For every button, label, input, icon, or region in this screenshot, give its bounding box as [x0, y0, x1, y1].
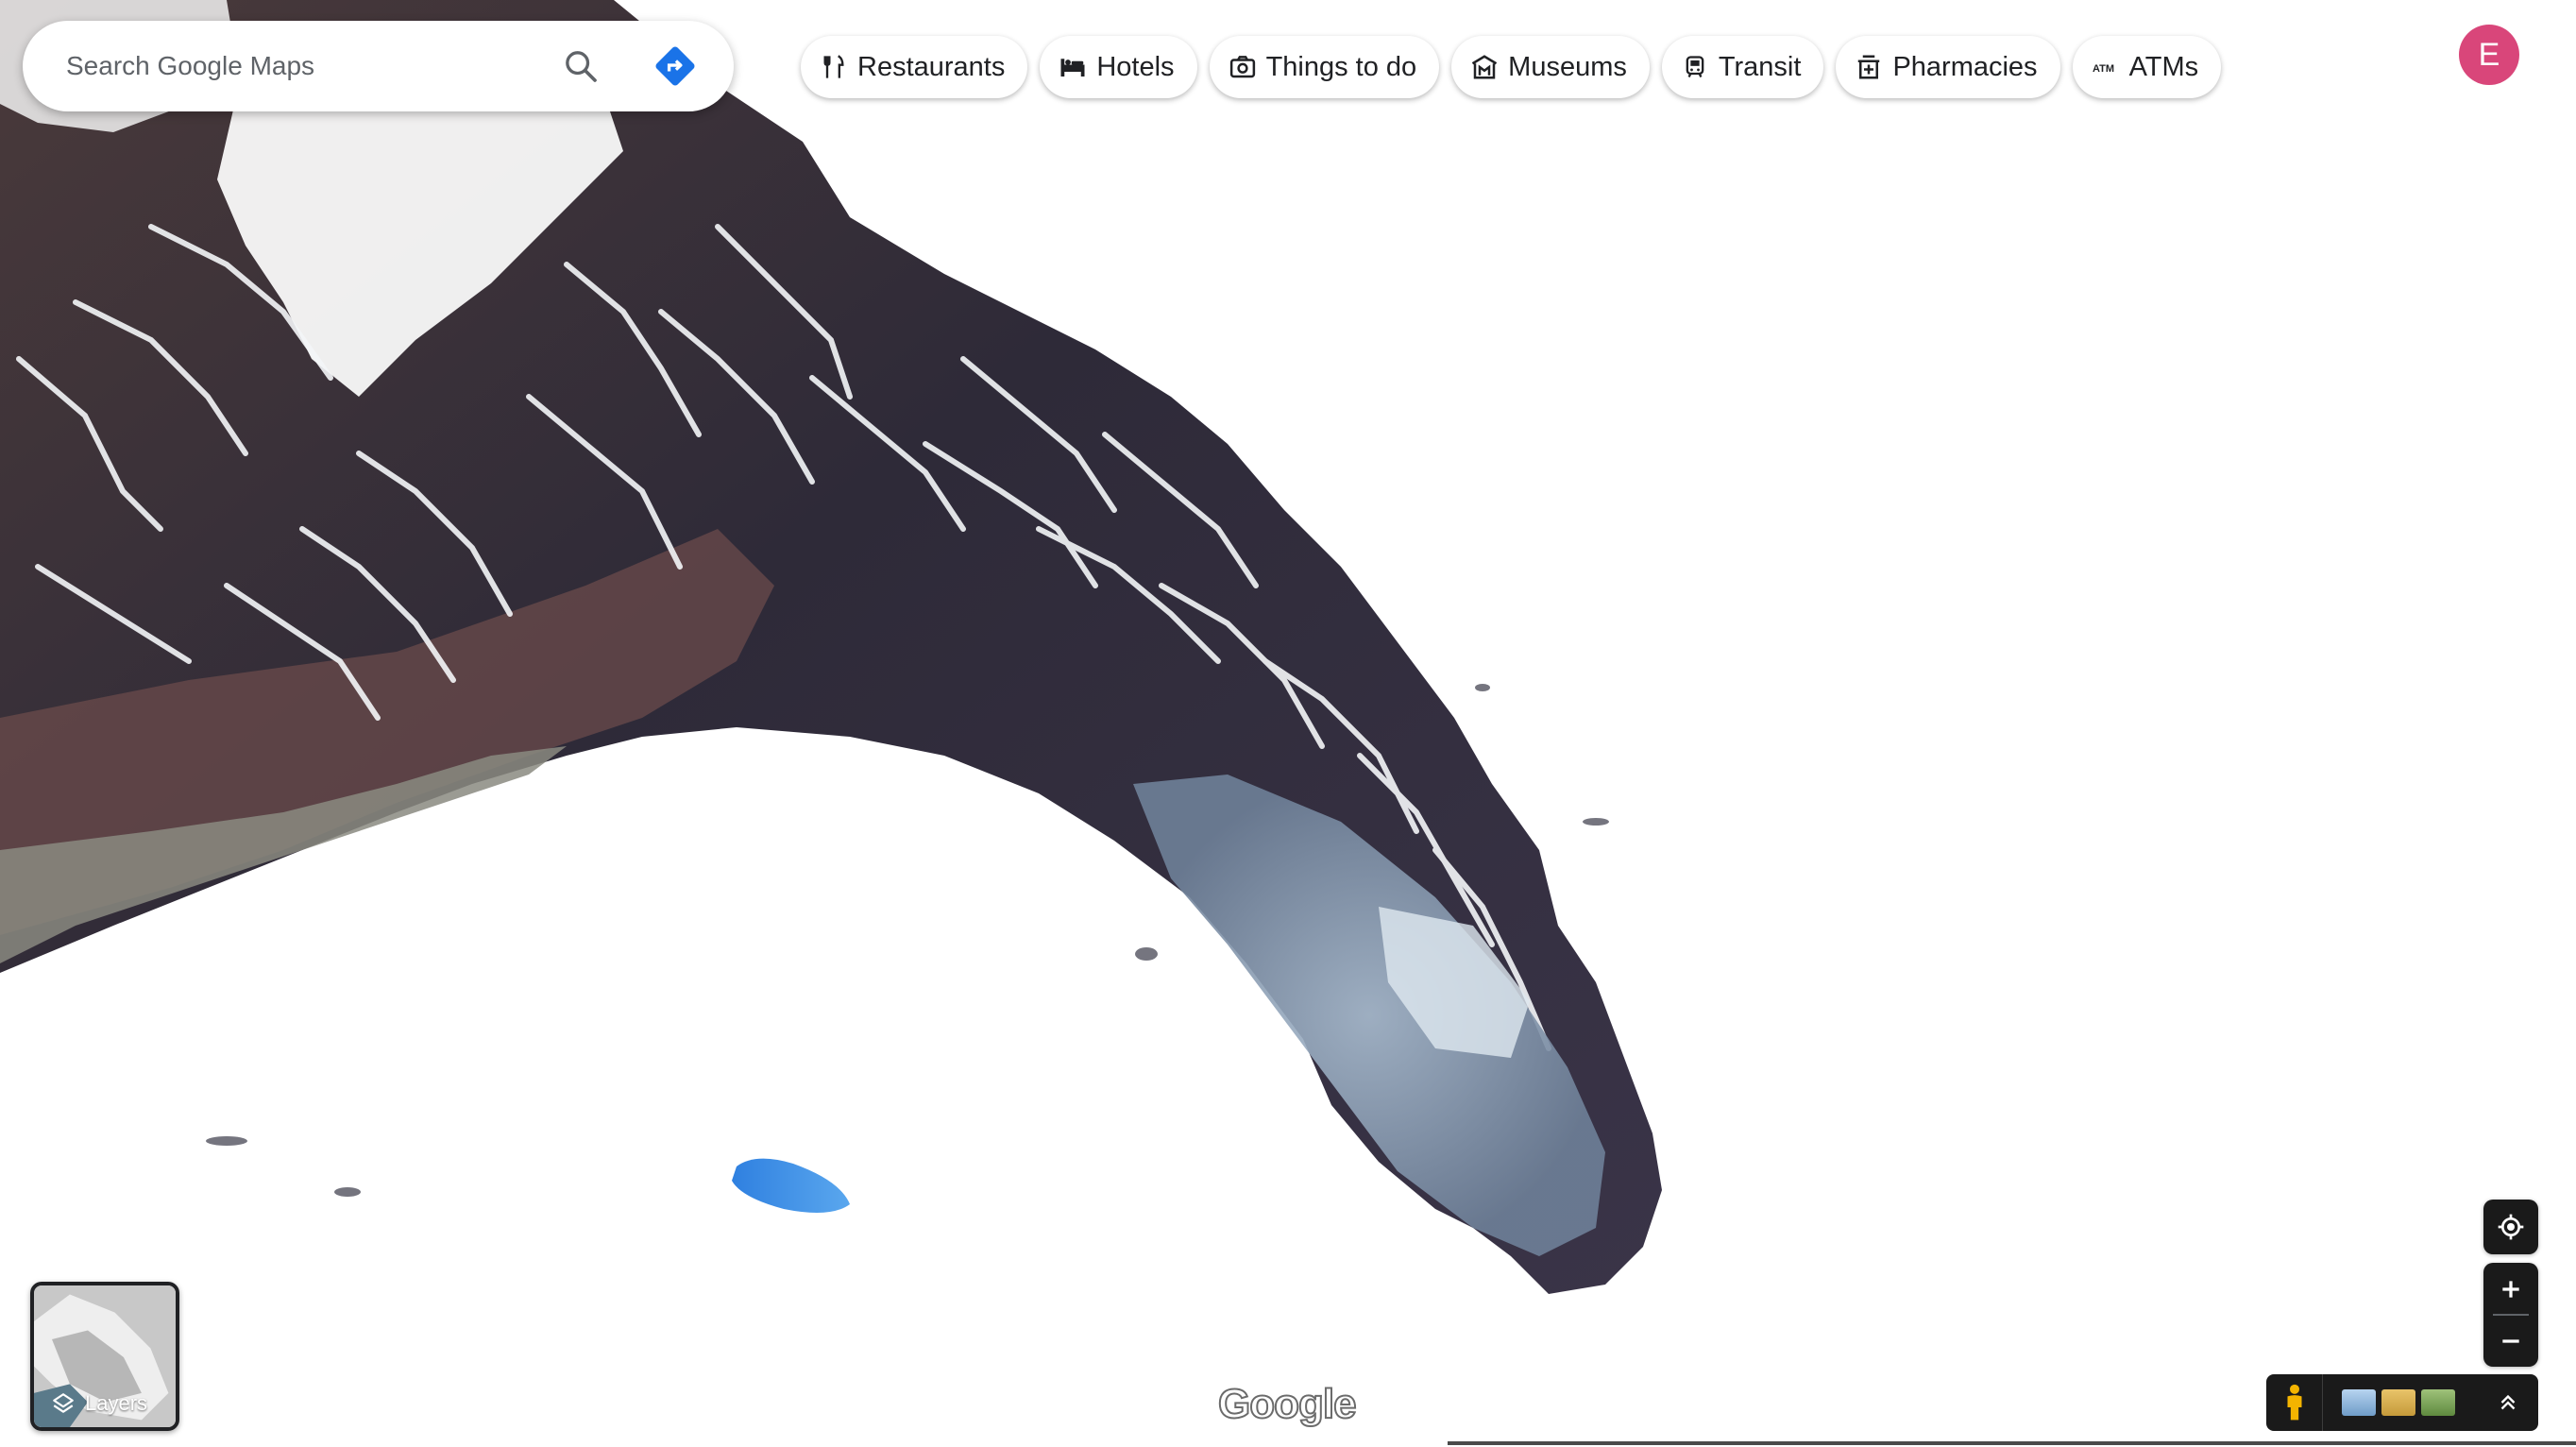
my-location-button[interactable]: [2483, 1200, 2538, 1254]
zoom-out-button[interactable]: [2483, 1315, 2538, 1367]
chip-restaurants[interactable]: Restaurants: [801, 36, 1028, 98]
camera-icon: [1229, 53, 1257, 81]
bed-icon: [1059, 53, 1087, 81]
search-icon: [566, 51, 597, 82]
zoom-controls: [2483, 1263, 2538, 1367]
zoom-in-button[interactable]: [2483, 1263, 2538, 1315]
plus-icon: [2502, 1280, 2519, 1298]
map-type-bar: [2266, 1374, 2538, 1431]
chip-label: ATMs: [2128, 51, 2199, 82]
chip-label: Transit: [1718, 51, 1802, 82]
chevron-up-icon: [2500, 1394, 2516, 1410]
chip-hotels[interactable]: Hotels: [1040, 36, 1197, 98]
chip-transit[interactable]: Transit: [1661, 36, 1824, 98]
svg-text:ATM: ATM: [2093, 63, 2114, 75]
museum-icon: [1470, 53, 1499, 81]
layers-label: Layers: [85, 1391, 148, 1415]
search-input[interactable]: [23, 21, 547, 111]
category-chips: Restaurants Hotels Things to do Museums …: [801, 36, 2222, 98]
layers-icon: [53, 1393, 74, 1413]
zoom-divider: [2493, 1314, 2529, 1316]
account-avatar[interactable]: E: [2459, 25, 2519, 85]
chip-pharmacies[interactable]: Pharmacies: [1836, 36, 2060, 98]
pharmacy-icon: [1855, 53, 1883, 81]
chip-label: Restaurants: [857, 51, 1006, 82]
layers-button[interactable]: Layers: [30, 1282, 179, 1431]
scale-bar-line: [1448, 1441, 2576, 1445]
chip-label: Things to do: [1265, 51, 1417, 82]
layers-label-row: Layers: [51, 1391, 147, 1416]
atm-icon: ATM: [2092, 53, 2120, 81]
train-icon: [1681, 53, 1709, 81]
my-location-icon: [2498, 1214, 2524, 1240]
street-view-pegman[interactable]: [2266, 1374, 2323, 1431]
imagery-thumbnails: [2342, 1389, 2455, 1416]
satellite-map[interactable]: [0, 0, 2576, 1447]
imagery-thumb-landscape[interactable]: [2421, 1389, 2455, 1416]
pegman-icon: [2287, 1384, 2301, 1421]
expand-button[interactable]: [2491, 1386, 2525, 1420]
fork-knife-icon: [820, 53, 848, 81]
chip-things-to-do[interactable]: Things to do: [1209, 36, 1440, 98]
chip-label: Hotels: [1096, 51, 1175, 82]
minus-icon: [2502, 1338, 2519, 1343]
chip-atms[interactable]: ATM ATMs: [2072, 36, 2222, 98]
chip-label: Museums: [1508, 51, 1627, 82]
directions-icon: [655, 46, 695, 86]
google-logo: Google: [1217, 1380, 1358, 1428]
search-button[interactable]: [547, 32, 615, 100]
chip-label: Pharmacies: [1892, 51, 2038, 82]
imagery-thumb-terrain[interactable]: [2381, 1389, 2415, 1416]
imagery-thumb-satellite[interactable]: [2342, 1389, 2376, 1416]
search-box: [23, 21, 734, 111]
chip-museums[interactable]: Museums: [1451, 36, 1650, 98]
directions-button[interactable]: [641, 32, 709, 100]
